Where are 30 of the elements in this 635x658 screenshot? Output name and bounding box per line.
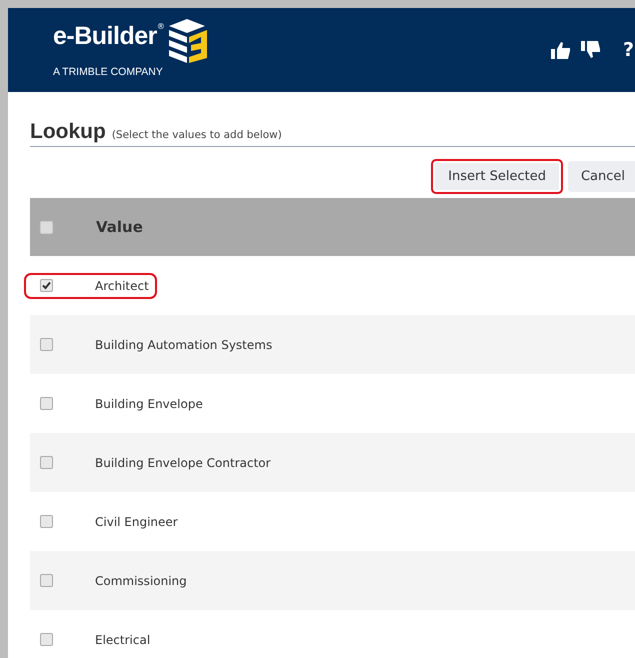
value-text: Civil Engineer	[95, 514, 178, 528]
checkbox[interactable]	[40, 574, 53, 587]
logo-text: e-Builder	[53, 22, 157, 50]
checkbox[interactable]	[40, 456, 53, 469]
value-text: Commissioning	[95, 574, 187, 588]
checkbox[interactable]	[40, 515, 53, 528]
table-row[interactable]: Commissioning	[30, 551, 635, 610]
cancel-button[interactable]: Cancel	[568, 161, 635, 192]
dialog-title: Lookup	[30, 120, 106, 144]
checkbox[interactable]	[40, 279, 53, 292]
column-header: Value	[96, 218, 143, 236]
checkbox[interactable]	[40, 397, 53, 410]
logo-cube-icon	[166, 18, 209, 64]
instruction-text: (Select the values to add below)	[112, 129, 282, 141]
checkbox[interactable]	[40, 220, 53, 234]
insert-selected-button[interactable]: Insert Selected	[431, 159, 563, 194]
table-row[interactable]: Building Envelope Contractor	[30, 433, 635, 492]
value-text: Building Envelope	[95, 396, 203, 410]
value-text: Building Envelope Contractor	[95, 456, 271, 470]
value-text: Electrical	[95, 632, 150, 646]
table-row[interactable]: Building Automation Systems	[30, 315, 635, 374]
value-text: Building Automation Systems	[95, 338, 272, 352]
help-link[interactable]: ?	[623, 39, 635, 61]
value-text: Architect	[95, 278, 149, 292]
thumbs-up-icon[interactable]	[551, 41, 571, 59]
checkbox[interactable]	[40, 633, 53, 646]
tagline: A TRIMBLE COMPANY	[53, 66, 164, 78]
thumbs-down-icon[interactable]	[581, 41, 601, 59]
registered-mark: ®	[156, 22, 165, 31]
checkbox[interactable]	[40, 338, 53, 351]
